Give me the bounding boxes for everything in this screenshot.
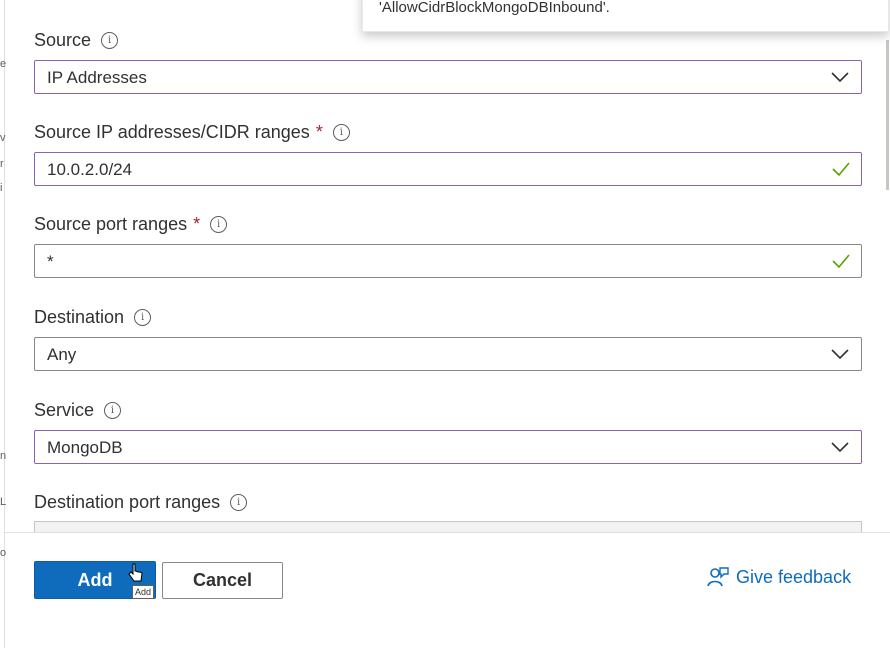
source-label: Source (34, 30, 92, 50)
background-text-fragment: r (0, 158, 4, 170)
source-port-value: * (47, 252, 54, 271)
info-icon[interactable]: i (230, 494, 248, 511)
footer-divider (4, 532, 890, 533)
source-ip-value: 10.0.2.0/24 (47, 160, 133, 179)
scrollbar[interactable] (886, 40, 889, 190)
background-text-fragment: e (0, 58, 7, 70)
chevron-down-icon (831, 349, 849, 360)
service-label: Service (34, 400, 95, 420)
feedback-person-icon (707, 567, 729, 587)
background-text-fragment: n (0, 450, 7, 462)
give-feedback-link[interactable]: Give feedback (706, 565, 851, 589)
info-icon[interactable]: i (332, 124, 350, 141)
source-value: IP Addresses (47, 68, 147, 87)
give-feedback-label: Give feedback (736, 566, 852, 587)
checkmark-icon (832, 254, 850, 269)
service-value: MongoDB (47, 438, 123, 457)
checkmark-icon (832, 162, 850, 177)
service-dropdown[interactable]: MongoDB (34, 430, 862, 464)
source-port-input[interactable]: * (34, 244, 862, 278)
required-marker: * (315, 122, 323, 142)
source-ip-label: Source IP addresses/CIDR ranges (34, 122, 310, 142)
info-icon[interactable]: i (134, 309, 152, 326)
cancel-button-label: Cancel (192, 570, 253, 590)
background-text-fragment: i (0, 182, 3, 194)
info-icon[interactable]: i (210, 216, 228, 233)
source-ip-label-row: Source IP addresses/CIDR ranges * i (34, 122, 350, 143)
destination-dropdown[interactable]: Any (34, 337, 862, 371)
cancel-button[interactable]: Cancel (162, 562, 283, 599)
add-hover-tooltip-text: Add (135, 587, 152, 597)
info-icon[interactable]: i (101, 32, 119, 49)
source-ip-input[interactable]: 10.0.2.0/24 (34, 152, 862, 186)
add-button-label: Add (77, 569, 113, 590)
service-label-row: Service i (34, 400, 122, 421)
source-port-label: Source port ranges (34, 214, 188, 234)
chevron-down-icon (831, 72, 849, 83)
hand-cursor-icon (128, 563, 143, 582)
dest-port-label: Destination port ranges (34, 492, 221, 512)
add-hover-tooltip: Add (132, 585, 155, 599)
destination-label-row: Destination i (34, 307, 152, 328)
source-port-label-row: Source port ranges * i (34, 214, 228, 235)
chevron-down-icon (831, 442, 849, 453)
destination-label: Destination (34, 307, 125, 327)
background-text-fragment: v (0, 132, 6, 144)
background-text-fragment: L (0, 496, 7, 508)
source-label-row: Source i (34, 30, 119, 51)
destination-value: Any (47, 345, 77, 364)
required-marker: * (193, 214, 201, 234)
info-icon[interactable]: i (104, 402, 122, 419)
tooltip-text: 'AllowCidrBlockMongoDBInbound'. (379, 0, 610, 16)
info-tooltip: 'AllowCidrBlockMongoDBInbound'. (362, 0, 889, 32)
background-text-fragment: o (0, 547, 7, 559)
source-dropdown[interactable]: IP Addresses (34, 60, 862, 94)
dest-port-label-row: Destination port ranges i (34, 492, 248, 513)
